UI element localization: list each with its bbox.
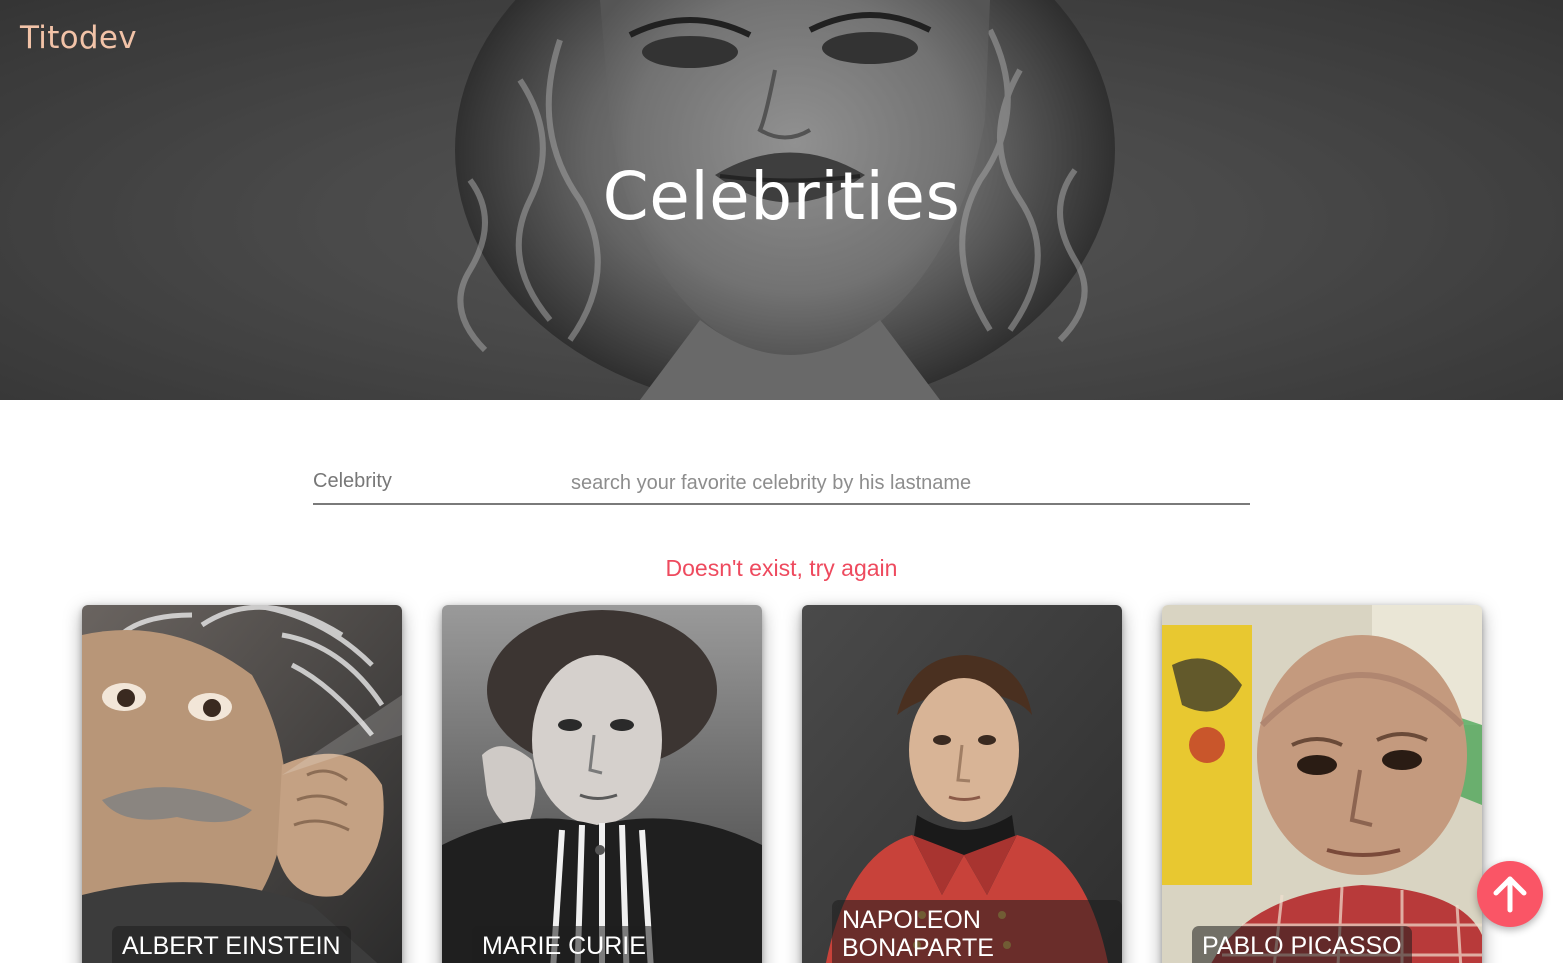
search-input[interactable] <box>571 466 1241 500</box>
celebrity-name-line1: NAPOLEON <box>842 906 981 934</box>
celebrity-photo <box>442 605 762 963</box>
celebrity-name: NAPOLEON BONAPARTE <box>832 900 1122 963</box>
arrow-up-icon <box>1493 876 1527 913</box>
celebrity-name: MARIE CURIE <box>472 926 656 963</box>
search-field: Celebrity <box>313 462 1250 505</box>
celebrity-card[interactable]: MARIE CURIE <box>442 605 762 963</box>
scroll-to-top-button[interactable] <box>1477 861 1543 927</box>
celebrity-photo <box>82 605 402 963</box>
celebrity-name: PABLO PICASSO <box>1192 926 1412 963</box>
search-label: Celebrity <box>313 470 392 492</box>
celebrity-card[interactable]: ALBERT EINSTEIN <box>82 605 402 963</box>
error-message: Doesn't exist, try again <box>665 555 898 581</box>
celebrity-card[interactable]: PABLO PICASSO <box>1162 605 1482 963</box>
hero-banner: Titodev Celebrities <box>0 0 1563 400</box>
celebrity-card[interactable]: NAPOLEON BONAPARTE <box>802 605 1122 963</box>
page: Titodev Celebrities Celebrity Doesn't ex… <box>0 0 1563 963</box>
brand-logo-link[interactable]: Titodev <box>20 20 137 56</box>
celebrity-name-line2: BONAPARTE <box>842 934 994 962</box>
celebrity-photo <box>1162 605 1482 963</box>
celebrity-name: ALBERT EINSTEIN <box>112 926 351 963</box>
page-title: Celebrities <box>602 158 961 235</box>
